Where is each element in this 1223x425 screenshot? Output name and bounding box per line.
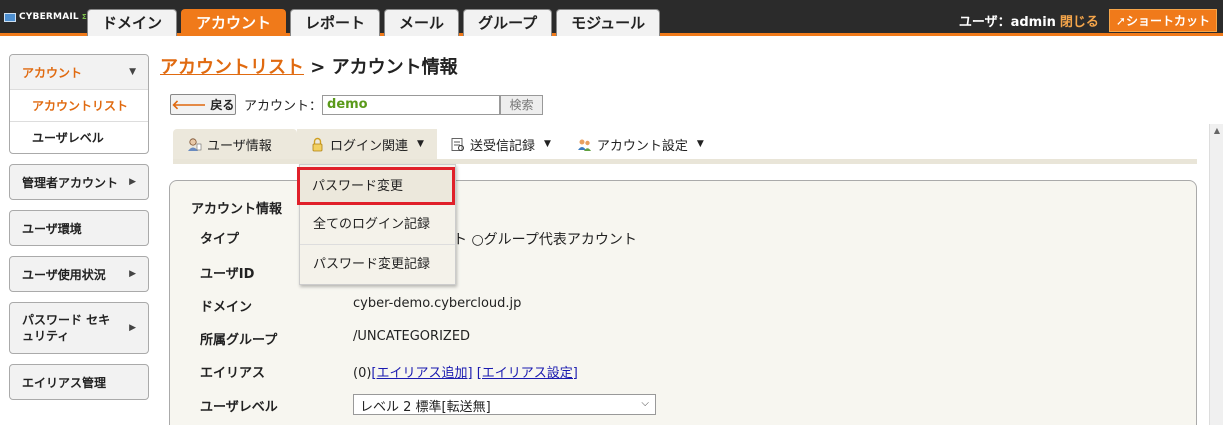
logo-text: CYBERMAIL: [19, 12, 79, 22]
sidebar-item-alias-manage[interactable]: エイリアス管理: [10, 365, 148, 399]
sidebar-item-label: ユーザ環境: [22, 221, 82, 236]
caret-right-icon: ▶: [129, 269, 136, 279]
breadcrumb: アカウントリスト > アカウント情報: [160, 53, 458, 79]
sidebar: アカウント ▼ アカウントリスト ユーザレベル 管理者アカウント ▶ ユーザ環境…: [9, 54, 149, 410]
tab-module[interactable]: モジュール: [556, 9, 661, 36]
breadcrumb-account-list-link[interactable]: アカウントリスト: [160, 57, 304, 78]
sidebar-item-user-usage[interactable]: ユーザ使用状況 ▶: [10, 257, 148, 291]
sidebar-item-user-level[interactable]: ユーザレベル: [10, 121, 148, 153]
sidebar-item-account-list[interactable]: アカウントリスト: [10, 89, 148, 121]
account-label: アカウント：: [244, 99, 323, 114]
tab-account[interactable]: アカウント: [181, 9, 287, 36]
row-label-type: タイプ: [200, 232, 240, 247]
dropdown-list: 全てのログイン記録 パスワード変更記録: [300, 205, 455, 285]
back-button[interactable]: 🡐 戻る: [170, 94, 236, 115]
tab-report[interactable]: レポート: [290, 9, 381, 36]
alias-settings-link[interactable]: [エイリアス設定]: [477, 366, 578, 381]
row-label-userid: ユーザID: [200, 267, 255, 282]
login-dropdown-menu: パスワード変更 全てのログイン記録 パスワード変更記録: [297, 164, 456, 285]
dropdown-arrow-icon: ▼: [696, 139, 704, 149]
caret-down-icon: ▼: [129, 67, 136, 77]
sidebar-group-user-env: ユーザ環境: [9, 210, 149, 246]
page-title: アカウント情報: [331, 57, 458, 78]
top-bar: CYBERMAIL Σ ドメイン アカウント レポート メール グループ モジュー…: [0, 0, 1223, 36]
close-link[interactable]: 閉じる: [1060, 11, 1099, 30]
menu-item-all-login-log[interactable]: 全てのログイン記録: [300, 205, 455, 245]
row-value-group: /UNCATEGORIZED: [353, 329, 471, 344]
breadcrumb-sep: >: [304, 57, 332, 78]
sidebar-item-label: エイリアス管理: [22, 375, 107, 390]
subtab-label: ログイン関連: [330, 138, 409, 154]
account-input[interactable]: demo: [322, 94, 501, 115]
sidebar-group-password: パスワード セキュリティ ▶: [9, 302, 149, 354]
users-settings-icon: [577, 137, 592, 152]
mail-log-icon: [450, 137, 465, 152]
sidebar-item-label: ユーザ使用状況: [22, 267, 106, 282]
shortcut-label: ショートカット: [1125, 14, 1210, 28]
user-level-select-value: レベル 2 標準[転送無]: [360, 400, 491, 415]
user-label: ユーザ：admin: [958, 15, 1056, 30]
row-value-alias: (0)[エイリアス追加] [エイリアス設定]: [353, 362, 578, 381]
subtab-label: 送受信記録: [469, 138, 535, 154]
sidebar-item-user-env[interactable]: ユーザ環境: [10, 211, 148, 245]
lock-icon: [310, 137, 325, 152]
sidebar-item-label: パスワード セキュリティ: [22, 313, 111, 343]
row-value-domain: cyber-demo.cybercloud.jp: [353, 296, 522, 311]
back-label: 戻る: [210, 98, 235, 112]
caret-right-icon: ▶: [129, 323, 136, 333]
dropdown-arrow-icon: ▼: [417, 139, 424, 149]
sidebar-group-account: アカウント ▼ アカウントリスト ユーザレベル: [9, 54, 149, 154]
mail-logo-icon: [4, 12, 16, 22]
subtab-login[interactable]: ログイン関連 ▼: [297, 129, 437, 159]
account-toolbar: 🡐 戻る アカウント： demo 検索: [170, 94, 544, 115]
row-label-domain: ドメイン: [200, 300, 253, 315]
alias-count: (0): [353, 366, 372, 381]
menu-item-password-change-log[interactable]: パスワード変更記録: [300, 245, 455, 285]
user-area: ユーザ：admin 閉じる ➚ショートカット: [959, 9, 1217, 32]
sidebar-item-label: アカウント: [22, 65, 83, 80]
sub-tabs: ユーザ情報 ログイン関連 ▼ 送受信記録 ▼ アカウント設定 ▼: [173, 129, 1197, 164]
menu-item-password-change[interactable]: パスワード変更: [297, 167, 455, 205]
subtab-label: ユーザ情報: [207, 138, 272, 154]
panel-title: アカウント情報: [191, 202, 283, 217]
subtab-account-settings[interactable]: アカウント設定 ▼: [564, 129, 717, 159]
alias-add-link[interactable]: [エイリアス追加]: [371, 366, 472, 381]
subtab-mail-log[interactable]: 送受信記録 ▼: [437, 129, 564, 159]
sidebar-item-account[interactable]: アカウント ▼: [10, 55, 148, 89]
row-label-user-level: ユーザレベル: [200, 400, 278, 415]
back-arrow-icon: 🡐: [171, 97, 207, 113]
tab-group[interactable]: グループ: [463, 9, 553, 36]
row-label-group: 所属グループ: [200, 333, 278, 348]
shortcut-icon: ➚: [1115, 14, 1126, 28]
sidebar-group-usage: ユーザ使用状況 ▶: [9, 256, 149, 292]
sidebar-item-label: 管理者アカウント: [22, 175, 119, 190]
user-icon: [187, 137, 202, 152]
vertical-scrollbar[interactable]: [1209, 124, 1223, 425]
dropdown-arrow-icon: ▼: [543, 139, 551, 149]
shortcut-button[interactable]: ➚ショートカット: [1108, 9, 1217, 32]
sidebar-item-admin-account[interactable]: 管理者アカウント ▶: [10, 165, 148, 199]
tab-mail[interactable]: メール: [384, 9, 460, 36]
main-tabs: ドメイン アカウント レポート メール グループ モジュール: [87, 9, 661, 36]
chevron-down-icon: ⌵: [641, 398, 649, 409]
type-radio-group-account[interactable]: ト ○グループ代表アカウント: [453, 229, 637, 249]
cybermail-logo[interactable]: CYBERMAIL Σ: [4, 12, 87, 22]
search-button[interactable]: 検索: [500, 94, 544, 115]
tab-domain[interactable]: ドメイン: [87, 9, 178, 36]
scroll-up-icon[interactable]: ▲: [1214, 126, 1220, 135]
subtab-label: アカウント設定: [596, 138, 688, 154]
sidebar-group-admin: 管理者アカウント ▶: [9, 164, 149, 200]
user-level-select[interactable]: レベル 2 標準[転送無] ⌵: [353, 394, 656, 415]
caret-right-icon: ▶: [129, 177, 136, 187]
sidebar-item-password-security[interactable]: パスワード セキュリティ ▶: [10, 303, 148, 353]
row-label-alias: エイリアス: [200, 366, 266, 381]
sidebar-group-alias: エイリアス管理: [9, 364, 149, 400]
subtab-user-info[interactable]: ユーザ情報: [173, 129, 297, 159]
